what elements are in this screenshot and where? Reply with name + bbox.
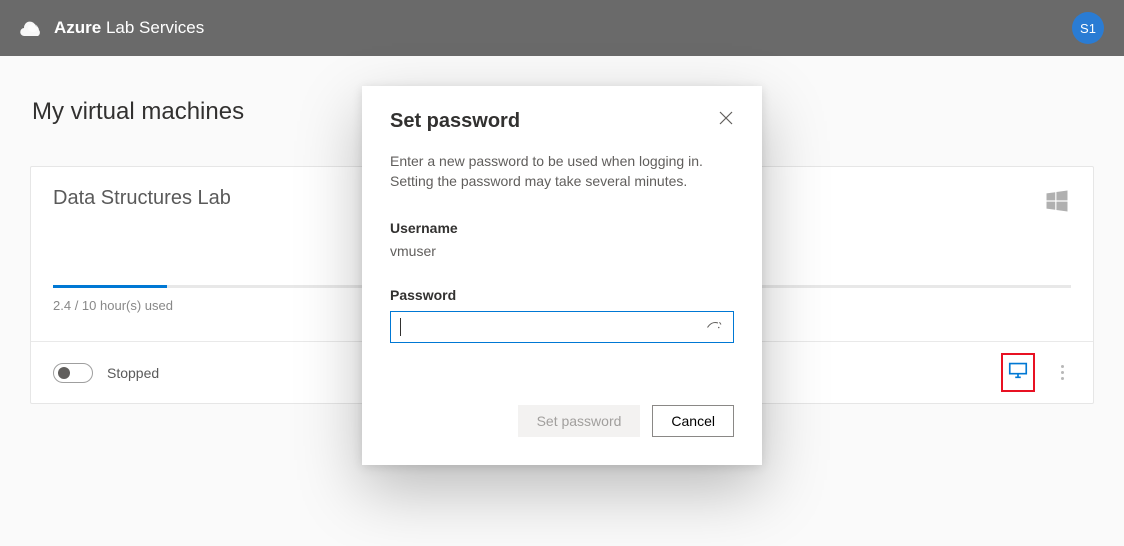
cloud-logo-icon	[20, 16, 44, 40]
dialog-description: Enter a new password to be used when log…	[390, 151, 734, 192]
text-cursor	[400, 318, 401, 336]
set-password-dialog: Set password Enter a new password to be …	[362, 86, 762, 465]
cancel-button[interactable]: Cancel	[652, 405, 734, 437]
brand: Azure Lab Services	[20, 16, 204, 40]
dialog-title: Set password	[390, 110, 520, 133]
brand-text: Azure Lab Services	[54, 18, 204, 38]
username-value: vmuser	[390, 243, 734, 259]
password-input[interactable]	[390, 311, 734, 343]
username-label: Username	[390, 220, 734, 236]
reveal-password-icon[interactable]	[706, 319, 724, 333]
close-icon[interactable]	[718, 110, 734, 126]
topbar: Azure Lab Services S1	[0, 0, 1124, 56]
password-label: Password	[390, 287, 734, 303]
user-avatar[interactable]: S1	[1072, 12, 1104, 44]
set-password-button[interactable]: Set password	[518, 405, 641, 437]
modal-overlay: Set password Enter a new password to be …	[0, 56, 1124, 546]
